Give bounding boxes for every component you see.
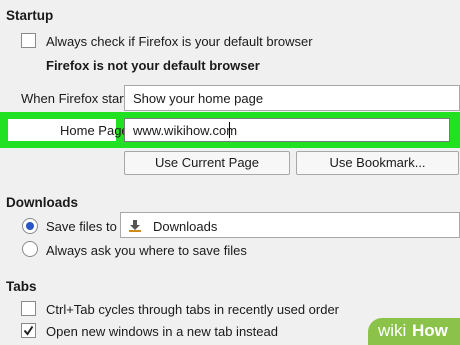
new-windows-label: Open new windows in a new tab instead xyxy=(46,324,278,339)
default-browser-checkbox[interactable] xyxy=(21,33,36,48)
tabs-heading: Tabs xyxy=(6,279,37,294)
default-browser-status: Firefox is not your default browser xyxy=(46,58,260,73)
ctrl-tab-checkbox[interactable] xyxy=(21,301,36,316)
default-browser-check-label: Always check if Firefox is your default … xyxy=(46,34,313,49)
home-page-label: Home Page: xyxy=(60,123,133,138)
text-cursor xyxy=(229,122,230,138)
always-ask-radio[interactable] xyxy=(22,241,38,257)
download-arrow-icon xyxy=(129,220,141,232)
ctrl-tab-label: Ctrl+Tab cycles through tabs in recently… xyxy=(46,302,340,317)
home-page-value: www.wikihow.com xyxy=(133,123,238,138)
always-ask-label: Always ask you where to save files xyxy=(46,243,247,258)
home-page-input[interactable]: www.wikihow.com xyxy=(124,118,450,142)
download-folder-name: Downloads xyxy=(153,219,218,234)
watermark-how: How xyxy=(412,321,448,340)
startup-heading: Startup xyxy=(6,8,54,23)
download-folder-field[interactable]: Downloads xyxy=(120,212,460,238)
use-bookmark-button[interactable]: Use Bookmark... xyxy=(296,151,459,175)
checkmark-icon xyxy=(23,325,34,336)
downloads-heading: Downloads xyxy=(6,195,79,210)
wikihow-watermark: wiki How xyxy=(368,318,460,345)
watermark-wiki: wiki xyxy=(378,321,407,340)
new-windows-checkbox[interactable] xyxy=(21,323,36,338)
when-starts-value: Show your home page xyxy=(133,91,264,106)
when-starts-label: When Firefox starts: xyxy=(21,91,138,106)
save-files-radio[interactable] xyxy=(22,218,38,234)
when-starts-select[interactable]: Show your home page xyxy=(124,85,460,111)
use-current-page-button[interactable]: Use Current Page xyxy=(124,151,290,175)
save-files-label: Save files to xyxy=(46,219,117,234)
